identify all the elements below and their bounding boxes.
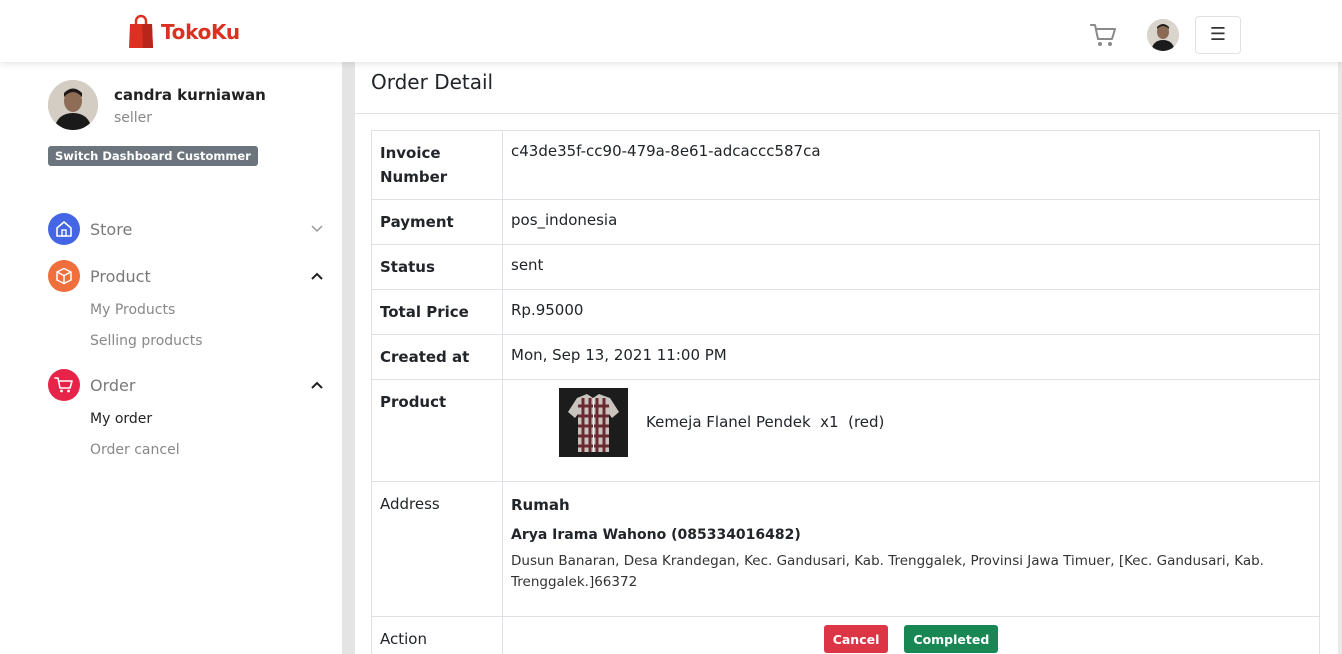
cart-icon [1090, 24, 1116, 46]
hamburger-menu-icon: ☰ [1209, 24, 1227, 45]
table-row: Action Cancel Completed [371, 616, 1320, 654]
cancel-button[interactable]: Cancel [823, 625, 889, 653]
profile-role: seller [114, 110, 153, 126]
invoice-label: Invoice Number [371, 130, 503, 200]
product-item[interactable]: Kemeja Flanel Pendek x1 (red) [511, 388, 1311, 457]
table-row: Invoice Number c43de35f-cc90-479a-8e61-a… [371, 130, 1320, 200]
address-cell: Rumah Arya Irama Wahono (085334016482) D… [502, 481, 1320, 617]
payment-label: Payment [371, 199, 503, 245]
nav-store[interactable]: Store [48, 213, 328, 245]
nav-group-product: Product My Products Selling products [48, 260, 328, 357]
table-row: Product Kemeja Flanel Pendek x1 (red) [371, 379, 1320, 482]
nav-product-label: Product [90, 266, 151, 286]
table-row: Total Price Rp.95000 [371, 289, 1320, 335]
address-title: Rumah [511, 496, 570, 514]
user-avatar[interactable] [1147, 19, 1179, 51]
address-label: Address [371, 481, 503, 617]
top-navbar: TokoKu ☰ [0, 0, 1342, 62]
avatar-image [1147, 19, 1179, 51]
payment-value: pos_indonesia [502, 199, 1320, 245]
chevron-up-icon [310, 378, 324, 392]
profile-avatar [48, 80, 98, 130]
store-icon [48, 213, 80, 245]
table-row: Payment pos_indonesia [371, 199, 1320, 245]
address-text: Dusun Banaran, Desa Krandegan, Kec. Gand… [511, 553, 1264, 590]
table-row: Address Rumah Arya Irama Wahono (0853340… [371, 481, 1320, 617]
address-recipient: Arya Irama Wahono (085334016482) [511, 527, 801, 543]
action-buttons: Cancel Completed [511, 625, 1311, 653]
profile-name: candra kurniawan [114, 86, 266, 104]
product-label: Product [371, 379, 503, 482]
main-content: Order Detail Invoice Number c43de35f-cc9… [355, 62, 1338, 654]
menu-toggle-button[interactable]: ☰ [1195, 16, 1241, 54]
total-price-label: Total Price [371, 289, 503, 335]
page-title: Order Detail [371, 70, 494, 94]
box-icon [48, 260, 80, 292]
action-cell: Cancel Completed [502, 616, 1320, 654]
cart-button[interactable] [1089, 22, 1117, 48]
nav-store-label: Store [90, 219, 133, 239]
product-image [559, 388, 628, 457]
nav-item-my-order[interactable]: My order [90, 404, 328, 435]
sidebar-divider [342, 62, 355, 654]
completed-button[interactable]: Completed [904, 625, 999, 653]
avatar-image [48, 80, 98, 130]
shopping-bag-icon [129, 14, 153, 48]
table-row: Created at Mon, Sep 13, 2021 11:00 PM [371, 334, 1320, 380]
product-cell: Kemeja Flanel Pendek x1 (red) [502, 379, 1320, 482]
nav-product[interactable]: Product [48, 260, 328, 292]
nav-order-label: Order [90, 375, 136, 395]
product-name: Kemeja Flanel Pendek x1 (red) [646, 413, 885, 431]
chevron-up-icon [310, 269, 324, 283]
cart-icon [48, 369, 80, 401]
status-value: sent [502, 244, 1320, 290]
invoice-value: c43de35f-cc90-479a-8e61-adcaccc587ca [502, 130, 1320, 200]
nav-item-my-products[interactable]: My Products [90, 295, 328, 326]
action-label: Action [371, 616, 503, 654]
nav-item-order-cancel[interactable]: Order cancel [90, 435, 328, 466]
brand-logo[interactable]: TokoKu [127, 14, 240, 50]
nav-order[interactable]: Order [48, 369, 328, 401]
nav-group-order: Order My order Order cancel [48, 369, 328, 466]
nav-group-store: Store [48, 213, 328, 245]
brand-name: TokoKu [161, 20, 240, 44]
created-at-label: Created at [371, 334, 503, 380]
nav-item-selling-products[interactable]: Selling products [90, 326, 328, 357]
created-at-value: Mon, Sep 13, 2021 11:00 PM [502, 334, 1320, 380]
order-detail-table: Invoice Number c43de35f-cc90-479a-8e61-a… [371, 130, 1320, 654]
sidebar: candra kurniawan seller Switch Dashboard… [0, 62, 342, 654]
total-price-value: Rp.95000 [502, 289, 1320, 335]
table-row: Status sent [371, 244, 1320, 290]
status-label: Status [371, 244, 503, 290]
title-divider [355, 113, 1338, 114]
switch-dashboard-button[interactable]: Switch Dashboard Custommer [48, 146, 258, 166]
chevron-down-icon [310, 222, 324, 236]
